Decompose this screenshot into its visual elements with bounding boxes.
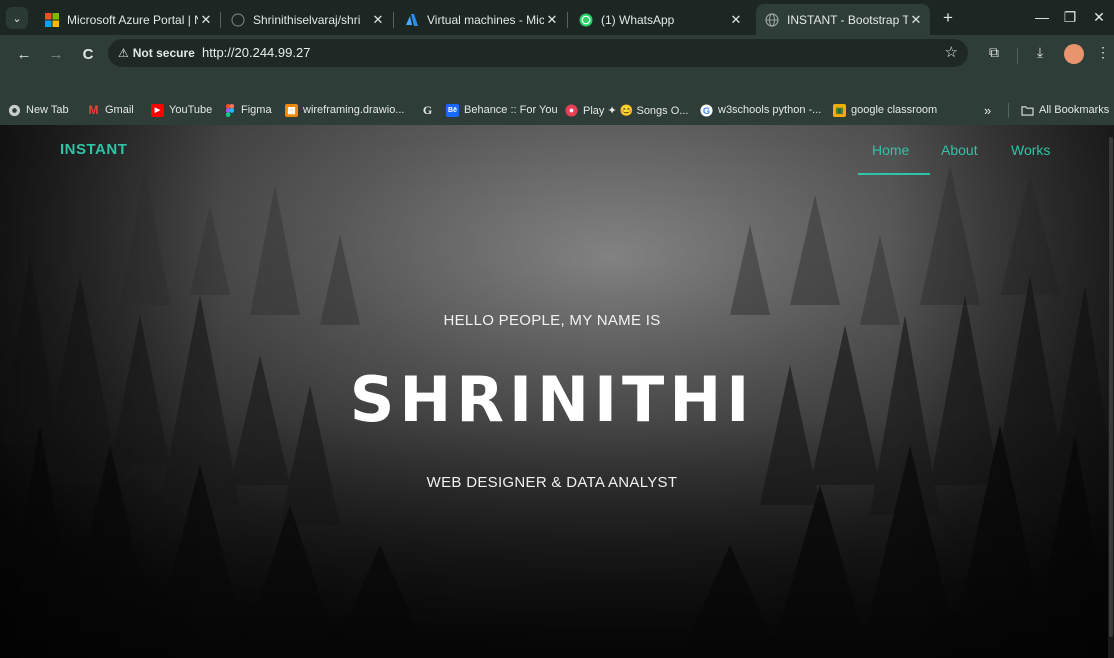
bookmark-w3schools[interactable]: G w3schools python -... — [700, 101, 821, 119]
bookmark-label: google classroom — [851, 104, 938, 116]
bookmark-g[interactable]: G — [421, 101, 439, 119]
tab-search-button[interactable]: ⌄ — [6, 7, 28, 29]
hero-greeting: HELLO PEOPLE, MY NAME IS — [443, 312, 661, 329]
tab-divider — [220, 12, 221, 28]
drawio-icon: ▦ — [285, 103, 298, 117]
google-icon: G — [700, 103, 713, 117]
hero-role-subtitle: WEB DESIGNER & DATA ANALYST — [426, 474, 678, 491]
site-brand-logo[interactable]: INSTANT — [60, 141, 127, 158]
reload-button[interactable]: C — [76, 44, 100, 66]
gmail-icon: M — [88, 103, 99, 117]
nav-link-works[interactable]: Works — [1011, 142, 1050, 158]
bookmark-label: wireframing.drawio... — [303, 104, 405, 116]
toolbar-divider — [1017, 48, 1018, 64]
bookmark-label: New Tab — [26, 104, 69, 116]
bookmark-behance[interactable]: Bē Behance :: For You — [446, 101, 558, 119]
page-viewport: INSTANT Home About Works HELLO PEOPLE, M… — [0, 125, 1114, 658]
bookmark-label: w3schools python -... — [718, 104, 822, 116]
tab-title: Microsoft Azure Portal | N — [67, 12, 198, 27]
restore-button[interactable]: ❐ — [1058, 6, 1082, 28]
address-bar[interactable]: ⚠ Not secure http://20.244.99.27 ☆ — [108, 39, 968, 67]
bookmark-google-classroom[interactable]: ▣ google classroom — [833, 101, 937, 119]
more-menu-icon[interactable]: ⋮ — [1092, 44, 1114, 61]
url-text[interactable]: http://20.244.99.27 — [202, 45, 310, 60]
extensions-icon[interactable]: ⧉ — [983, 44, 1005, 61]
bookmark-drawio[interactable]: ▦ wireframing.drawio... — [285, 101, 404, 119]
bookmark-gmail[interactable]: M Gmail — [87, 101, 134, 119]
active-nav-indicator — [858, 173, 930, 175]
forward-button[interactable]: → — [44, 44, 68, 66]
music-icon — [565, 103, 578, 117]
nav-link-home[interactable]: Home — [872, 142, 909, 158]
bookmarks-overflow-button[interactable]: » — [984, 101, 991, 119]
close-window-button[interactable]: ✕ — [1087, 6, 1111, 28]
microsoft-logo-icon — [44, 12, 60, 28]
close-tab-icon[interactable]: ✕ — [370, 12, 386, 28]
figma-icon — [223, 103, 236, 117]
minimize-button[interactable]: — — [1030, 6, 1054, 28]
download-icon[interactable]: ⤓ — [1029, 44, 1051, 61]
classroom-icon: ▣ — [833, 103, 846, 117]
tab-title: Virtual machines - Micros — [427, 12, 544, 27]
bookmark-new-tab[interactable]: New Tab — [8, 101, 69, 119]
tab-instant-active[interactable]: INSTANT - Bootstrap The ✕ — [756, 4, 930, 35]
whatsapp-icon — [578, 12, 594, 28]
bookmark-label: Gmail — [105, 104, 134, 116]
site-security-chip[interactable]: ⚠ Not secure — [118, 44, 195, 62]
tab-divider — [393, 12, 394, 28]
youtube-icon: ▶ — [151, 103, 164, 117]
tab-azure-portal[interactable]: Microsoft Azure Portal | N ✕ — [36, 4, 220, 35]
svg-text:G: G — [703, 105, 710, 115]
nav-link-about[interactable]: About — [941, 142, 978, 158]
tab-github[interactable]: Shrinithiselvaraj/shri ✕ — [222, 4, 392, 35]
close-tab-icon[interactable]: ✕ — [544, 12, 560, 28]
bookmarks-bar: New Tab M Gmail ▶ YouTube Figma ▦ wirefr… — [0, 95, 1114, 125]
close-tab-icon[interactable]: ✕ — [908, 12, 924, 28]
tab-strip: ⌄ Microsoft Azure Portal | N ✕ Shrinithi… — [0, 0, 1114, 35]
globe-icon — [764, 12, 780, 28]
bookmark-label: YouTube — [169, 104, 213, 116]
bookmark-play-songs[interactable]: Play ✦ 😊 Songs O... — [565, 101, 688, 119]
close-tab-icon[interactable]: ✕ — [728, 12, 744, 28]
bookmarks-divider — [1008, 103, 1009, 118]
bookmark-label: Figma — [241, 104, 272, 116]
tab-title: (1) WhatsApp — [601, 12, 675, 27]
tab-virtual-machines[interactable]: Virtual machines - Micros ✕ — [396, 4, 566, 35]
warning-icon: ⚠ — [118, 46, 129, 60]
all-bookmarks-button[interactable]: All Bookmarks — [1021, 101, 1109, 119]
back-button[interactable]: ← — [12, 44, 36, 66]
profile-avatar[interactable] — [1064, 44, 1084, 64]
bookmark-star-icon[interactable]: ☆ — [945, 43, 958, 61]
g-icon: G — [422, 102, 433, 117]
tab-title: Shrinithiselvaraj/shri — [253, 12, 361, 27]
tab-divider — [567, 12, 568, 28]
globe-icon — [8, 104, 21, 117]
close-tab-icon[interactable]: ✕ — [198, 12, 214, 28]
page-scrollbar[interactable] — [1108, 125, 1114, 658]
bookmark-figma[interactable]: Figma — [223, 101, 272, 119]
azure-icon — [404, 12, 420, 28]
scrollbar-thumb[interactable] — [1109, 137, 1113, 637]
folder-icon — [1021, 104, 1034, 117]
bookmark-label: Play ✦ 😊 Songs O... — [583, 104, 689, 117]
bookmark-youtube[interactable]: ▶ YouTube — [151, 101, 212, 119]
tab-whatsapp[interactable]: (1) WhatsApp ✕ — [570, 4, 750, 35]
new-tab-button[interactable]: + — [938, 8, 958, 28]
hero-name-heading: SHRINITHI — [349, 363, 755, 436]
bookmark-label: Behance :: For You — [464, 104, 558, 116]
github-icon — [230, 12, 246, 28]
behance-icon: Bē — [446, 103, 459, 117]
not-secure-label: Not secure — [132, 46, 195, 60]
browser-toolbar: ← → C ⚠ Not secure http://20.244.99.27 ☆… — [0, 35, 1114, 95]
all-bookmarks-label: All Bookmarks — [1039, 104, 1110, 116]
tab-title: INSTANT - Bootstrap The — [787, 12, 908, 27]
